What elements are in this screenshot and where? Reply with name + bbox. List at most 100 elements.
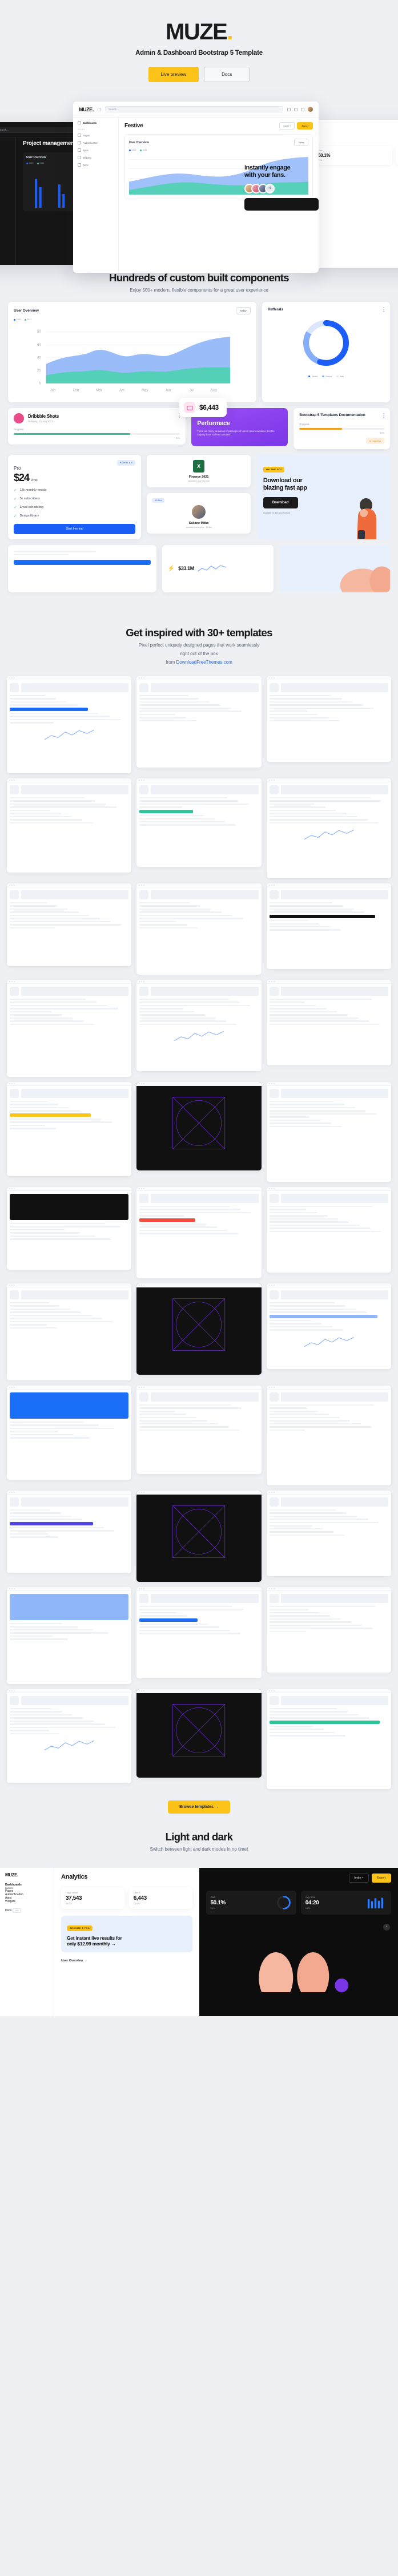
dark-sidebar-item-auth[interactable]: Authentication xyxy=(0,161,11,165)
template-thumbnail[interactable] xyxy=(7,1385,132,1480)
template-thumbnail[interactable] xyxy=(266,676,391,762)
ld-sidebar-docs[interactable]: Docs v1.0 xyxy=(5,1908,49,1913)
dark-sidebar-item-pages[interactable]: Pages xyxy=(0,154,11,158)
today-filter[interactable]: Today xyxy=(235,307,251,314)
grid-icon[interactable] xyxy=(301,107,304,111)
bootstrap-progress-pct: 50% xyxy=(379,431,384,434)
template-thumbnail[interactable] xyxy=(136,1186,262,1278)
template-thumbnail[interactable] xyxy=(7,676,132,773)
close-icon[interactable]: × xyxy=(383,1923,390,1931)
template-thumbnail[interactable] xyxy=(7,1586,132,1684)
lightdark-dark-half[interactable]: Invite + Export Gain 50.1% 2.1% Avg. tim… xyxy=(199,1867,398,2016)
docs-button[interactable]: Docs xyxy=(204,67,250,82)
showcase-row-3: POPULAR Pro $24 /mo ✓ 12k monthly emails … xyxy=(8,455,390,539)
template-thumbnail[interactable] xyxy=(266,883,391,969)
file-card-excel[interactable]: X Finance 2021 uploaded Jun 9 by you xyxy=(147,455,251,487)
hero-right-dashboard[interactable]: Invite + Export Gain 50.1% 2.1% Avg. tim… xyxy=(308,120,398,268)
template-thumbnail[interactable] xyxy=(7,1186,132,1270)
lightdark-preview[interactable]: MUZE. Dashboards PAGES Pages Authenticat… xyxy=(0,1867,398,2016)
download-button[interactable]: Download xyxy=(263,497,298,509)
template-thumbnail[interactable] xyxy=(266,1490,391,1576)
excel-icon: X xyxy=(193,460,205,473)
credit-link[interactable]: DownloadFreeThemes.com xyxy=(176,660,232,665)
engage-cta-bar[interactable] xyxy=(244,197,319,211)
more-options-icon[interactable] xyxy=(383,307,384,312)
template-thumbnail[interactable] xyxy=(266,979,391,1065)
svg-text:May: May xyxy=(142,389,148,393)
dribbble-progress-label: Progress xyxy=(14,428,24,431)
dark-sidebar-item-dashboards[interactable]: Dashboards xyxy=(0,142,11,145)
hero-light-dashboard[interactable]: MUZE. Search... Dashboards PAGES Pages A… xyxy=(73,102,319,273)
check-icon: ✓ xyxy=(14,497,17,501)
sidebar-item-docs[interactable]: Docs xyxy=(78,163,114,167)
template-thumbnail[interactable] xyxy=(266,778,391,878)
showcase-row-2: Dribbble Shots Delivery - 15 Aug 2021 Pr… xyxy=(8,398,390,449)
menu-toggle-icon[interactable] xyxy=(98,107,101,111)
hands-illustration-dark xyxy=(258,1952,348,2004)
template-thumbnail[interactable] xyxy=(136,1490,262,1582)
light-shot-sidebar[interactable]: Dashboards PAGES Pages Authentication Ap… xyxy=(73,118,119,273)
chat-icon[interactable] xyxy=(294,107,298,111)
sidebar-item-widgets[interactable]: Widgets xyxy=(78,156,114,159)
template-thumbnail[interactable] xyxy=(7,883,132,966)
template-thumbnail[interactable] xyxy=(136,778,262,867)
template-thumbnail[interactable] xyxy=(136,676,262,768)
template-thumbnail[interactable] xyxy=(136,979,262,1071)
template-thumbnail[interactable] xyxy=(7,1689,132,1783)
template-thumbnail[interactable] xyxy=(136,1081,262,1170)
file-card-photo[interactable]: 18 files Sakane Miiko updated home.php -… xyxy=(147,493,251,534)
dark-sidebar-item-apps[interactable]: Apps xyxy=(0,169,11,172)
ld-export-button[interactable]: Export xyxy=(371,1873,391,1883)
template-thumbnail[interactable] xyxy=(136,883,262,975)
template-thumbnail[interactable] xyxy=(266,1385,391,1485)
ld-invite-button[interactable]: Invite + xyxy=(349,1873,369,1883)
today-filter[interactable]: Today xyxy=(294,139,308,146)
template-thumbnail[interactable] xyxy=(136,1586,262,1678)
template-thumbnail[interactable] xyxy=(7,1081,132,1176)
template-thumbnail[interactable] xyxy=(266,1081,391,1182)
dark-shot-sidebar[interactable]: Dashboards PAGES Pages Authentication Ap… xyxy=(0,138,16,265)
lightdark-light-half[interactable]: MUZE. Dashboards PAGES Pages Authenticat… xyxy=(0,1867,199,2016)
bootstrap-progress-bar xyxy=(299,428,384,430)
dark-sidebar-group: PAGES xyxy=(0,149,11,151)
export-button[interactable]: Export xyxy=(297,122,313,130)
sidebar-item-authentication[interactable]: Authentication xyxy=(78,141,114,144)
template-thumbnail[interactable] xyxy=(136,1385,262,1474)
avatar[interactable] xyxy=(308,107,313,112)
template-thumbnail[interactable] xyxy=(266,1689,391,1789)
template-thumbnail[interactable] xyxy=(266,1186,391,1273)
dark-sidebar-item-widgets[interactable]: Widgets xyxy=(0,176,11,180)
template-thumbnail[interactable] xyxy=(266,1586,391,1673)
template-thumbnail[interactable] xyxy=(136,1689,262,1778)
dark-sidebar-item-docs[interactable]: Docs xyxy=(0,184,11,187)
stat-label: Gain xyxy=(210,1895,216,1899)
browse-templates-button[interactable]: Browse templates → xyxy=(168,1800,230,1814)
template-preview-body xyxy=(7,680,131,748)
bell-icon[interactable] xyxy=(287,107,291,111)
more-options-icon[interactable] xyxy=(383,413,384,418)
hero-header: MUZE. Admin & Dashboard Bootstrap 5 Temp… xyxy=(0,0,398,82)
live-preview-button[interactable]: Live preview xyxy=(148,67,199,82)
avatar xyxy=(192,505,206,519)
template-thumbnail[interactable] xyxy=(7,778,132,873)
template-thumbnail[interactable] xyxy=(7,1283,132,1380)
sidebar-group-label: PAGES xyxy=(78,128,86,131)
template-preview-body xyxy=(136,887,261,934)
sidebar-item-apps[interactable]: Apps xyxy=(78,148,114,152)
sidebar-item-dashboards[interactable]: Dashboards xyxy=(78,121,114,124)
ld-sidebar-widgets[interactable]: Widgets xyxy=(5,1900,49,1903)
performance-title: Performace xyxy=(197,420,230,427)
template-thumbnail[interactable] xyxy=(266,1283,391,1369)
blue-action-button[interactable] xyxy=(14,560,151,565)
template-thumbnail[interactable] xyxy=(7,1490,132,1573)
templates-sub-l1: Pixel perfect uniquely designed pages th… xyxy=(138,642,260,648)
dribbble-icon xyxy=(14,413,24,423)
sidebar-item-pages[interactable]: Pages xyxy=(78,134,114,137)
template-thumbnail[interactable] xyxy=(136,1283,262,1375)
template-thumbnail[interactable] xyxy=(7,979,132,1077)
light-shot-search[interactable]: Search... xyxy=(105,106,283,112)
start-trial-button[interactable]: Start free trial xyxy=(14,524,136,534)
invite-button[interactable]: Invite + xyxy=(279,122,295,130)
user-overview-area-chart: 80 60 40 20 0 Jan Feb Mar Apr May Jun Jul Aug xyxy=(37,330,231,393)
plan-price: $24 xyxy=(14,472,30,483)
